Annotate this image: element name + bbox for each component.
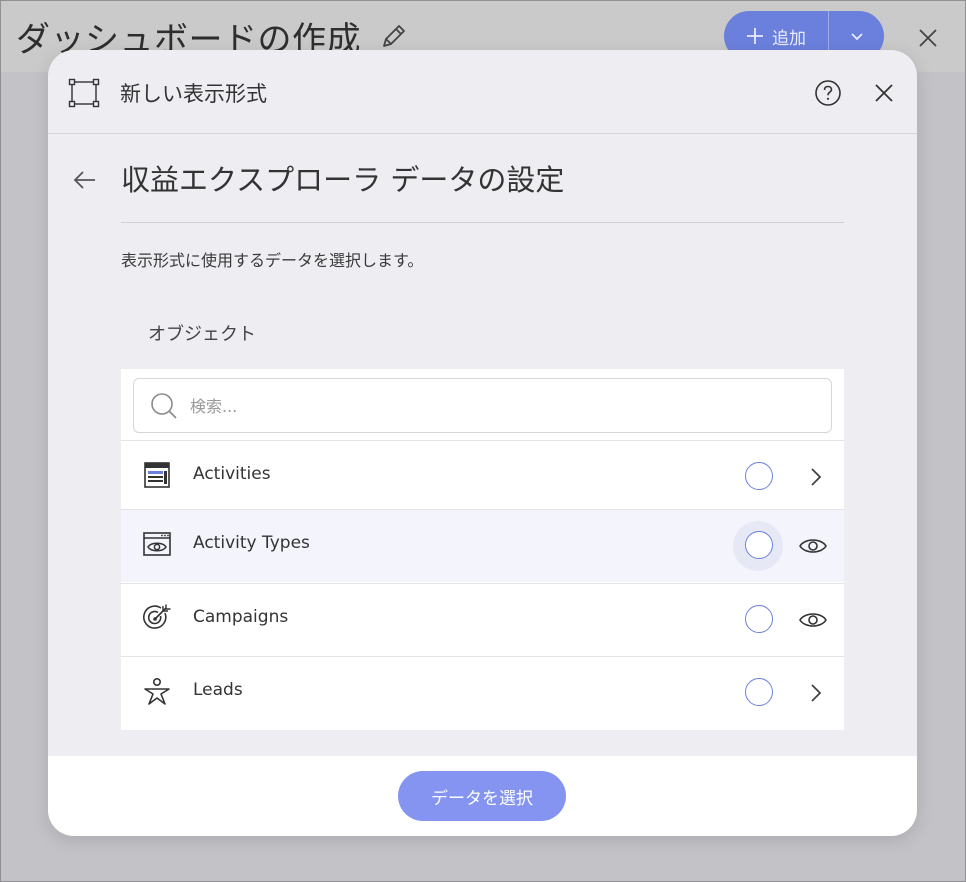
description-text: 表示形式に使用するデータを選択します。 (121, 251, 424, 270)
title-divider (121, 222, 844, 223)
eye-icon[interactable] (797, 604, 829, 636)
page-title: 収益エクスプローラ データの設定 (121, 163, 565, 197)
list-item-label: Activity Types (193, 533, 310, 553)
select-radio[interactable] (745, 462, 773, 490)
select-radio[interactable] (745, 678, 773, 706)
chevron-right-icon[interactable] (800, 461, 832, 493)
dialog-footer: データを選択 (48, 756, 917, 836)
close-icon[interactable] (871, 80, 897, 106)
search-box (133, 378, 832, 433)
search-input[interactable] (190, 389, 790, 423)
select-radio[interactable] (745, 605, 773, 633)
chevron-down-icon (850, 33, 863, 41)
list-item-label: Activities (193, 464, 271, 484)
list-item-activities[interactable]: Activities (121, 440, 844, 513)
select-data-button[interactable]: データを選択 (398, 771, 566, 821)
view-window-icon (143, 532, 171, 556)
plus-icon (747, 28, 763, 44)
arrow-left-icon[interactable] (70, 165, 100, 195)
list-item-label: Leads (193, 680, 243, 700)
section-label-objects: オブジェクト (148, 324, 256, 345)
close-icon[interactable] (914, 24, 942, 52)
help-icon[interactable] (814, 79, 842, 107)
person-star-icon (144, 677, 170, 705)
select-radio[interactable] (745, 531, 773, 559)
table-icon (144, 462, 170, 488)
object-list: Activities Activity Types (121, 369, 844, 730)
list-item-campaigns[interactable]: Campaigns (121, 583, 844, 656)
dialog-header: 新しい表示形式 (48, 50, 917, 134)
dialog-title: 新しい表示形式 (120, 82, 267, 106)
target-icon (143, 604, 171, 629)
visualization-frame-icon (68, 78, 100, 108)
chevron-right-icon[interactable] (800, 677, 832, 709)
eye-icon[interactable] (797, 530, 829, 562)
add-button-label: 追加 (772, 28, 806, 49)
search-icon (151, 393, 177, 419)
new-visualization-dialog: 新しい表示形式 収益エクスプローラ データの設定 表示形式に使用するデータを選択… (48, 50, 917, 836)
list-item-label: Campaigns (193, 607, 289, 627)
list-item-activity-types[interactable]: Activity Types (121, 509, 844, 582)
list-item-leads[interactable]: Leads (121, 656, 844, 729)
pencil-icon[interactable] (380, 22, 408, 50)
